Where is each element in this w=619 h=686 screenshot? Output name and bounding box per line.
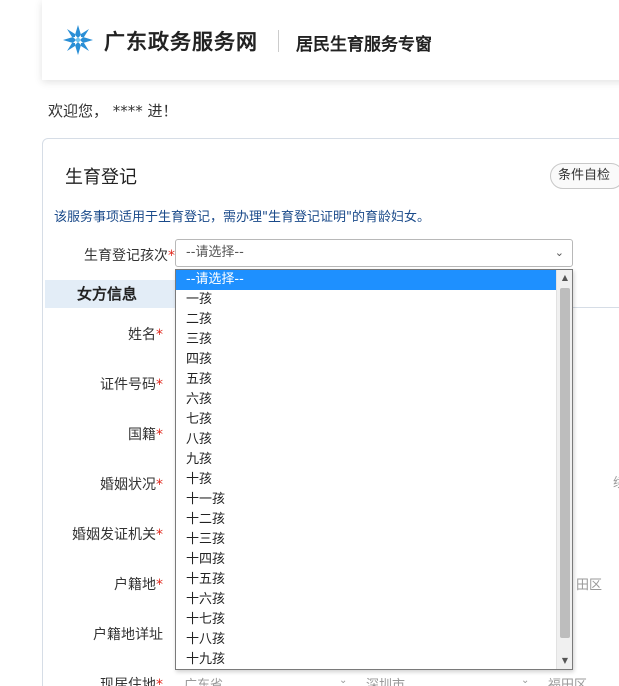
site-name[interactable]: 广东政务服务网 xyxy=(104,26,258,56)
required-mark: * xyxy=(156,427,163,443)
birth-order-options: --请选择-- 一孩 二孩 三孩 四孩 五孩 六孩 七孩 八孩 九孩 十孩 十一孩 十二孩 十三孩 十四孩十… xyxy=(176,270,556,670)
scroll-down-arrow-icon[interactable]: ▼ xyxy=(557,653,573,669)
required-mark: * xyxy=(156,577,163,593)
marital-status-label-text: 婚姻状况 xyxy=(100,477,156,493)
name-label-text: 姓名 xyxy=(128,327,156,343)
required-mark: * xyxy=(156,377,163,393)
dropdown-option[interactable]: 二孩 xyxy=(176,310,556,330)
dropdown-option[interactable]: 十六孩 xyxy=(176,590,556,610)
dropdown-option[interactable]: 四孩 xyxy=(176,350,556,370)
snowflake-star-icon xyxy=(63,25,93,55)
residence-district-value[interactable]: 福田区 xyxy=(548,674,587,686)
residence-label: 现居住地* xyxy=(100,674,163,686)
dropdown-option[interactable]: 十四孩 xyxy=(176,550,556,570)
chevron-down-icon: ⌄ xyxy=(554,246,564,259)
dropdown-option[interactable]: 六孩 xyxy=(176,390,556,410)
header-divider xyxy=(278,30,279,52)
dropdown-option[interactable]: 三孩 xyxy=(176,330,556,350)
dropdown-option[interactable]: 十一孩 xyxy=(176,490,556,510)
residence-province-value[interactable]: 广东省 xyxy=(184,674,223,686)
required-mark: * xyxy=(156,677,163,686)
household-address-label: 户籍地详址 xyxy=(93,624,163,644)
form-title: 生育登记 xyxy=(65,167,137,188)
dropdown-option[interactable]: 八孩 xyxy=(176,430,556,450)
scrollbar-thumb[interactable] xyxy=(560,288,570,638)
birth-order-dropdown[interactable]: --请选择-- 一孩 二孩 三孩 四孩 五孩 六孩 七孩 八孩 九孩 十孩 十一孩 十二孩 十三孩 十四孩十… xyxy=(175,269,573,670)
tab-female-info[interactable]: 女方信息 xyxy=(45,280,175,308)
chevron-down-icon: ⌄ xyxy=(339,675,348,686)
service-window-title: 居民生育服务专窗 xyxy=(296,35,432,55)
dropdown-option[interactable]: --请选择-- xyxy=(176,270,556,290)
site-header: 广东政务服务网 居民生育服务专窗 xyxy=(42,0,619,80)
required-mark: * xyxy=(156,477,163,493)
birth-order-select-value: --请选择-- xyxy=(186,245,244,260)
dropdown-option[interactable]: 十二孩 xyxy=(176,510,556,530)
marriage-authority-label-text: 婚姻发证机关 xyxy=(72,527,156,543)
form-notice: 该服务事项适用于生育登记，需办理"生育登记证明"的育龄妇女。 xyxy=(54,210,430,225)
id-number-label-text: 证件号码 xyxy=(100,377,156,393)
marital-status-label: 婚姻状况* xyxy=(100,474,163,494)
household-register-label-text: 户籍地 xyxy=(114,577,156,593)
birth-order-label-text: 生育登记孩次 xyxy=(84,248,168,264)
dropdown-option[interactable]: 一孩 xyxy=(176,290,556,310)
dropdown-option[interactable]: 十七孩 xyxy=(176,610,556,630)
self-check-button[interactable]: 条件自检 xyxy=(550,163,619,189)
welcome-message: 欢迎您， **** 进！ xyxy=(48,102,178,120)
nationality-label-text: 国籍 xyxy=(128,427,156,443)
residence-label-text: 现居住地 xyxy=(100,677,156,686)
scroll-up-arrow-icon[interactable]: ▲ xyxy=(557,270,573,286)
birth-order-select[interactable]: --请选择-- ⌄ xyxy=(175,239,573,267)
id-number-label: 证件号码* xyxy=(100,374,163,394)
dropdown-option[interactable]: 七孩 xyxy=(176,410,556,430)
required-mark: * xyxy=(156,327,163,343)
dropdown-option[interactable]: 五孩 xyxy=(176,370,556,390)
household-district-value: 田区 xyxy=(576,578,603,593)
dropdown-option[interactable]: 十五孩 xyxy=(176,570,556,590)
name-label: 姓名* xyxy=(128,324,163,344)
dropdown-option[interactable]: 九孩 xyxy=(176,450,556,470)
dropdown-option[interactable]: 十三孩 xyxy=(176,530,556,550)
residence-city-value[interactable]: 深圳市 xyxy=(366,674,405,686)
household-address-label-text: 户籍地详址 xyxy=(93,627,163,643)
dropdown-option[interactable]: 十八孩 xyxy=(176,630,556,650)
birth-order-label: 生育登记孩次* xyxy=(84,245,175,265)
required-mark: * xyxy=(168,248,175,264)
required-mark: * xyxy=(156,527,163,543)
chevron-down-icon: ⌄ xyxy=(521,675,530,686)
household-register-label: 户籍地* xyxy=(114,574,163,594)
truncated-right-label: 续 xyxy=(613,472,619,491)
nationality-label: 国籍* xyxy=(128,424,163,444)
dropdown-option[interactable]: 十九孩 xyxy=(176,650,556,670)
dropdown-scrollbar[interactable]: ▲ ▼ xyxy=(556,270,572,669)
dropdown-option[interactable]: 十孩 xyxy=(176,470,556,490)
marriage-authority-label: 婚姻发证机关* xyxy=(72,524,163,544)
